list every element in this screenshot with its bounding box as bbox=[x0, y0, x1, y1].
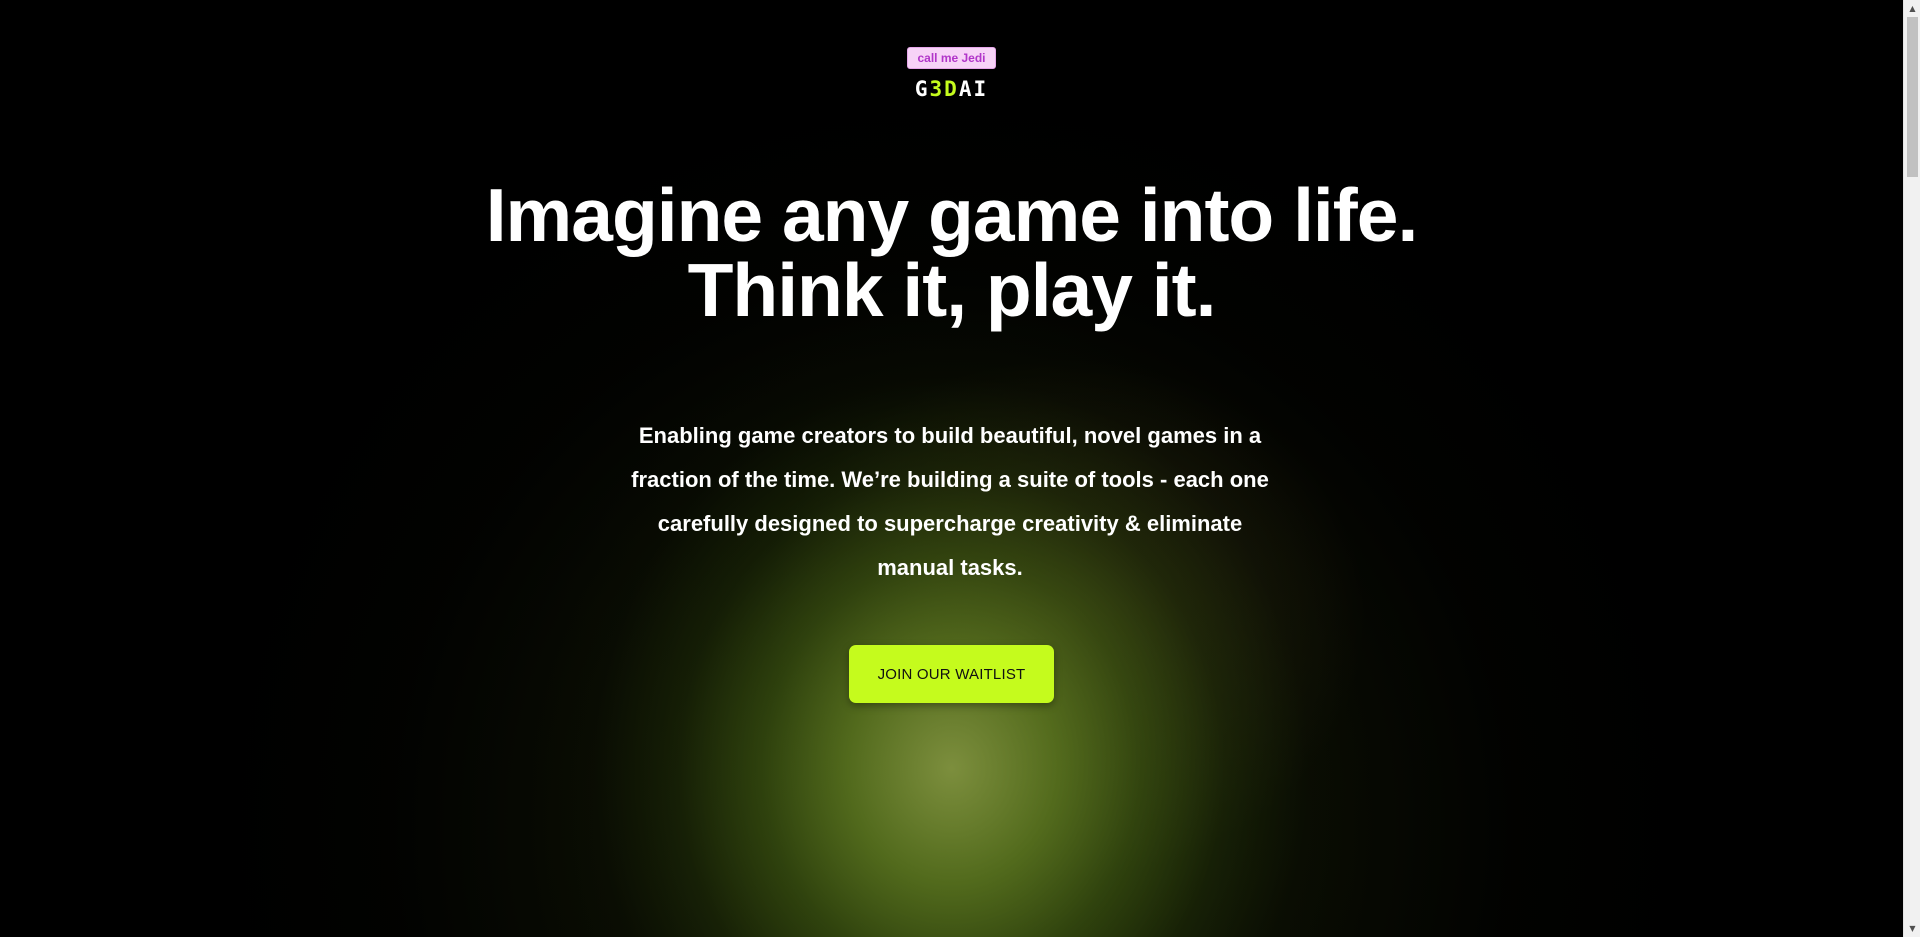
jedi-badge: call me Jedi bbox=[907, 47, 996, 69]
headline-line-1: Imagine any game into life. bbox=[485, 173, 1419, 257]
join-waitlist-button[interactable]: JOIN OUR WAITLIST bbox=[849, 645, 1054, 703]
site-header: call me Jedi G 3D AI bbox=[0, 47, 1903, 101]
g3dai-logo[interactable]: G 3D AI bbox=[915, 77, 988, 101]
logo-part-g: G bbox=[914, 77, 930, 101]
hero-description: Enabling game creators to build beautifu… bbox=[631, 423, 1269, 580]
scroll-down-arrow-icon[interactable]: ▼ bbox=[1904, 920, 1920, 937]
headline-line-2: Think it, play it. bbox=[687, 248, 1217, 332]
vertical-scrollbar[interactable]: ▲ ▼ bbox=[1903, 0, 1920, 937]
logo-part-ai: AI bbox=[958, 77, 989, 101]
scroll-up-arrow-icon[interactable]: ▲ bbox=[1904, 0, 1920, 17]
logo-part-3d: 3D bbox=[929, 77, 959, 101]
scrollbar-thumb[interactable] bbox=[1907, 17, 1918, 177]
hero-headline: Imagine any game into life. Think it, pl… bbox=[0, 178, 1903, 328]
